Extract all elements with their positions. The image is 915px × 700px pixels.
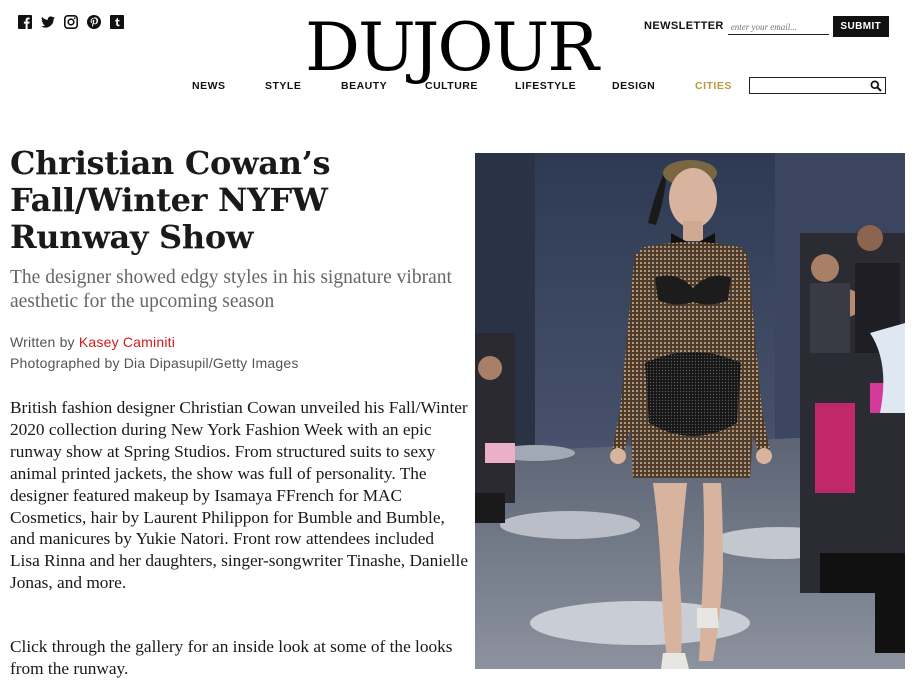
nav-item-beauty[interactable]: BEAUTY (341, 80, 387, 92)
social-links (18, 15, 124, 29)
logo-text: DUJOUR (305, 9, 599, 86)
runway-photo[interactable] (475, 153, 905, 669)
site-logo[interactable]: DUJOUR (305, 8, 599, 88)
search-box[interactable] (749, 77, 886, 94)
search-input[interactable] (752, 79, 864, 91)
nav-item-design[interactable]: DESIGN (612, 80, 655, 92)
newsletter-signup: NEWSLETTER SUBMIT (644, 15, 889, 37)
newsletter-email-input[interactable] (727, 17, 829, 35)
nav-item-cities[interactable]: CITIES (695, 80, 732, 92)
article-body-paragraph: British fashion designer Christian Cowan… (10, 398, 468, 593)
article-dek: The designer showed edgy styles in his s… (10, 267, 452, 312)
nav-item-lifestyle[interactable]: LIFESTYLE (515, 80, 576, 92)
article-headline: Christian Cowan’s Fall/Winter NYFW Runwa… (10, 144, 331, 256)
instagram-icon[interactable] (64, 15, 78, 29)
article-byline: Written by Kasey Caminiti (10, 332, 175, 352)
newsletter-submit-button[interactable]: SUBMIT (832, 15, 889, 37)
tumblr-icon[interactable] (110, 15, 124, 29)
facebook-icon[interactable] (18, 15, 32, 29)
twitter-icon[interactable] (41, 15, 55, 29)
photo-credit: Photographed by Dia Dipasupil/Getty Imag… (10, 355, 299, 371)
author-link[interactable]: Kasey Caminiti (79, 334, 175, 350)
newsletter-label: NEWSLETTER (644, 20, 724, 32)
nav-item-news[interactable]: NEWS (192, 80, 226, 92)
byline-prefix: Written by (10, 334, 79, 350)
nav-item-style[interactable]: STYLE (265, 80, 301, 92)
article-body-paragraph: Click through the gallery for an inside … (10, 637, 453, 678)
search-icon[interactable] (870, 79, 882, 92)
nav-item-culture[interactable]: CULTURE (425, 80, 478, 92)
pinterest-icon[interactable] (87, 15, 101, 29)
